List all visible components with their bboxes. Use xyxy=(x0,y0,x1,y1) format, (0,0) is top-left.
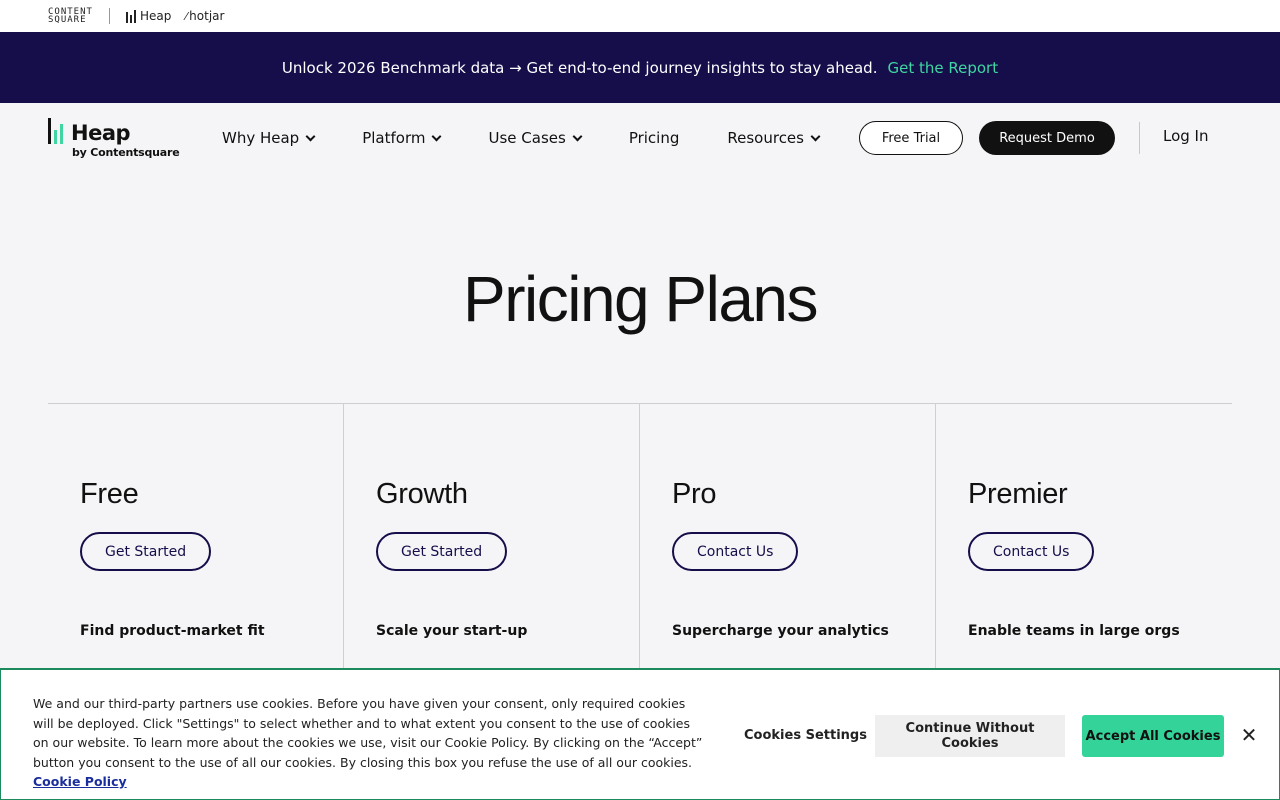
nav-item-pricing[interactable]: Pricing xyxy=(629,129,680,147)
heap-bars-icon xyxy=(125,9,136,23)
plan-cta-button[interactable]: Get Started xyxy=(80,532,212,571)
plan-cta-button[interactable]: Contact Us xyxy=(672,532,799,571)
cookie-policy-link[interactable]: Cookie Policy xyxy=(33,774,127,789)
heap-brand-label: Heap xyxy=(139,9,172,23)
nav-item-platform[interactable]: Platform xyxy=(362,129,442,147)
nav-item-label: Pricing xyxy=(628,129,680,147)
cookie-text: We and our third-party partners use cook… xyxy=(33,694,705,792)
close-icon[interactable]: ✕ xyxy=(1239,725,1259,745)
nav-item-why-heap[interactable]: Why Heap xyxy=(222,129,316,147)
cookie-message: We and our third-party partners use cook… xyxy=(33,696,703,770)
logo-subtitle: by Contentsquare xyxy=(72,145,180,159)
get-report-link[interactable]: Get the Report xyxy=(887,59,998,77)
plan-tagline: Scale your start-up xyxy=(376,623,528,639)
brand-divider xyxy=(108,8,110,24)
plan-tagline: Find product-market fit xyxy=(80,623,265,639)
announcement-text: Unlock 2026 Benchmark data → Get end-to-… xyxy=(281,58,878,77)
plan-cta-button[interactable]: Get Started xyxy=(376,532,508,571)
request-demo-button[interactable]: Request Demo xyxy=(979,121,1115,155)
nav-item-label: Why Heap xyxy=(222,129,300,147)
heap-logo[interactable]: Heap by Contentsquare xyxy=(48,117,198,159)
plan-tagline: Enable teams in large orgs xyxy=(968,623,1180,639)
cookies-settings-button[interactable]: Cookies Settings xyxy=(744,728,867,743)
main-nav: Heap by Contentsquare Why Heap Platform … xyxy=(0,103,1280,173)
chevron-down-icon xyxy=(810,131,821,141)
contentsquare-logo[interactable]: CONTENT SQUARE xyxy=(48,8,93,25)
login-link[interactable]: Log In xyxy=(1163,127,1209,145)
logo-wordmark: Heap xyxy=(71,120,131,145)
cookie-banner: We and our third-party partners use cook… xyxy=(0,668,1280,800)
contentsquare-logo-line2: SQUARE xyxy=(48,15,87,25)
nav-divider xyxy=(1139,122,1140,154)
plan-name: Growth xyxy=(376,478,468,510)
free-trial-button[interactable]: Free Trial xyxy=(859,121,963,155)
continue-without-cookies-button[interactable]: Continue Without Cookies xyxy=(875,715,1065,757)
plan-name: Pro xyxy=(672,478,717,510)
nav-item-label: Platform xyxy=(362,129,426,147)
chevron-down-icon xyxy=(432,131,442,141)
hotjar-flame-icon: ⁄ xyxy=(185,9,188,23)
hotjar-brand-link[interactable]: ⁄ hotjar xyxy=(185,9,224,23)
nav-item-label: Resources xyxy=(727,129,804,147)
nav-item-resources[interactable]: Resources xyxy=(727,129,821,147)
heap-logo-icon xyxy=(48,117,63,144)
plan-name: Free xyxy=(80,478,139,510)
accept-all-cookies-button[interactable]: Accept All Cookies xyxy=(1082,715,1224,757)
chevron-down-icon xyxy=(305,131,316,141)
plan-cta-button[interactable]: Contact Us xyxy=(968,532,1095,571)
heap-brand-link[interactable]: Heap xyxy=(125,9,172,23)
brand-bar: CONTENT SQUARE Heap ⁄ hotjar xyxy=(0,0,1280,32)
nav-menu: Why Heap Platform Use Cases Pricing Reso… xyxy=(222,129,867,147)
announcement-banner: Unlock 2026 Benchmark data → Get end-to-… xyxy=(0,32,1280,103)
nav-item-label: Use Cases xyxy=(488,129,566,147)
chevron-down-icon xyxy=(572,131,583,141)
plan-name: Premier xyxy=(968,478,1068,510)
nav-item-use-cases[interactable]: Use Cases xyxy=(488,129,583,147)
page-title: Pricing Plans xyxy=(463,263,819,335)
plan-tagline: Supercharge your analytics xyxy=(672,623,889,639)
hotjar-brand-label: hotjar xyxy=(189,9,225,23)
